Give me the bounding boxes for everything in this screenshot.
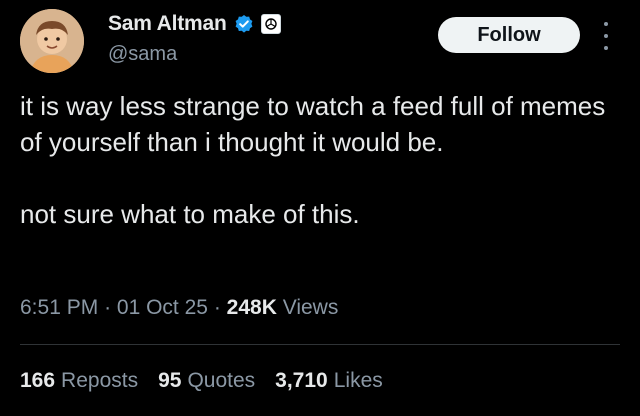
avatar[interactable] — [20, 9, 84, 73]
likes-stat[interactable]: 3,710 Likes — [275, 369, 383, 393]
meta-separator: · — [213, 296, 221, 319]
more-dot — [604, 34, 608, 38]
tweet-date[interactable]: 01 Oct 25 — [117, 296, 208, 319]
quotes-count: 95 — [158, 369, 182, 392]
reposts-count: 166 — [20, 369, 56, 392]
reposts-stat[interactable]: 166 Reposts — [20, 369, 138, 393]
views-label: Views — [282, 296, 339, 319]
author-name[interactable]: Sam Altman — [108, 12, 227, 36]
meta-separator: · — [104, 296, 112, 319]
author-name-row: Sam Altman — [108, 12, 281, 36]
more-options-icon[interactable] — [598, 22, 614, 50]
likes-label: Likes — [333, 369, 383, 392]
views-count: 248K — [226, 296, 277, 319]
engagement-stats: 166 Reposts 95 Quotes 3,710 Likes — [20, 369, 383, 393]
likes-count: 3,710 — [275, 369, 328, 392]
reposts-label: Reposts — [61, 369, 139, 392]
divider — [20, 344, 620, 345]
openai-logo-icon[interactable] — [260, 14, 281, 34]
follow-button[interactable]: Follow — [438, 17, 580, 53]
verified-badge-icon — [234, 14, 254, 34]
more-dot — [604, 46, 608, 50]
quotes-label: Quotes — [187, 369, 256, 392]
more-dot — [604, 22, 608, 26]
author-handle[interactable]: @sama — [108, 43, 177, 66]
tweet-time[interactable]: 6:51 PM — [20, 296, 98, 319]
tweet-meta: 6:51 PM · 01 Oct 25 · 248K Views — [20, 296, 338, 320]
quotes-stat[interactable]: 95 Quotes — [158, 369, 255, 393]
tweet-text: it is way less strange to watch a feed f… — [20, 91, 606, 229]
